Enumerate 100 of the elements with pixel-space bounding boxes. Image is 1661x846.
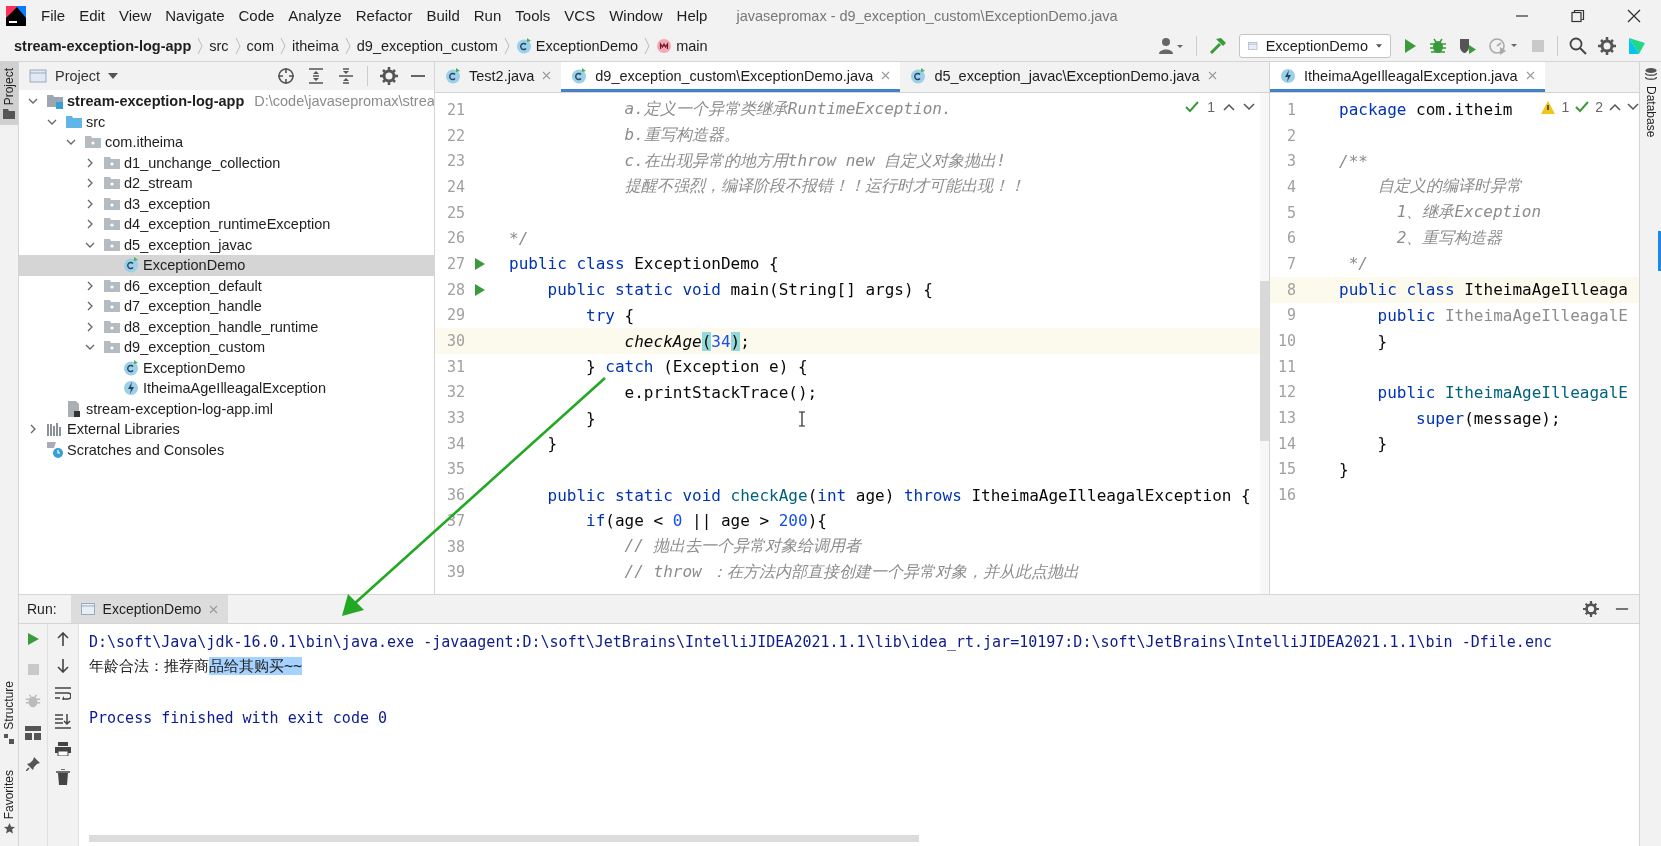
menu-item[interactable]: Analyze <box>281 7 349 24</box>
tree-item[interactable]: d2_stream <box>19 173 434 194</box>
shield-run-icon[interactable] <box>1458 37 1478 55</box>
code-line: } <box>1376 331 1388 351</box>
check-icon[interactable] <box>1575 101 1590 113</box>
settings-icon[interactable] <box>380 67 398 85</box>
tree-item[interactable]: stream-exception-log-app D:\code\javasepromax\strea <box>19 91 434 112</box>
crosshair-icon[interactable] <box>277 67 295 85</box>
tree-item[interactable]: d8_exception_handle_runtime <box>19 316 434 337</box>
menu-item[interactable]: Build <box>419 7 467 24</box>
tree-item[interactable]: com.itheima <box>19 132 434 153</box>
menu-item[interactable]: File <box>34 7 73 24</box>
tree-item[interactable]: ExceptionDemo <box>19 357 434 378</box>
restore-icon[interactable] <box>1571 8 1585 23</box>
tree-item[interactable]: External Libraries <box>19 419 434 440</box>
editor-tab[interactable]: ItheimaAgeIlleagalException.java <box>1270 62 1545 92</box>
chevron-down-icon[interactable] <box>1243 103 1255 111</box>
soft-wrap-icon[interactable] <box>55 686 71 700</box>
run-icon[interactable] <box>474 256 486 271</box>
panel-title-dropdown[interactable]: Project <box>55 68 101 84</box>
user-icon[interactable] <box>1159 37 1185 55</box>
scroll-to-end-icon[interactable] <box>55 713 71 729</box>
tree-item[interactable]: d3_exception <box>19 193 434 214</box>
window-icon <box>80 603 95 615</box>
run-tab[interactable]: ExceptionDemo <box>70 595 229 623</box>
run-icon[interactable] <box>1402 38 1418 54</box>
settings-icon[interactable] <box>1598 37 1616 55</box>
caret-icon[interactable] <box>108 73 119 79</box>
tool-window-button[interactable]: Database <box>1643 62 1658 144</box>
lightning-icon <box>1280 67 1296 84</box>
breadcrumb[interactable]: d9_exception_custom <box>350 38 504 54</box>
breadcrumb[interactable]: ExceptionDemo <box>509 38 645 54</box>
code-line: public ItheimaAgeIlleagalE <box>1376 382 1628 402</box>
tree-item[interactable]: d4_exception_runtimeException <box>19 214 434 235</box>
breadcrumb[interactable]: main <box>650 38 714 54</box>
menu-item[interactable]: Refactor <box>348 7 420 24</box>
tree-item[interactable]: stream-exception-log-app.iml <box>19 398 434 419</box>
code-line: a.定义一个异常类继承RuntimeException. <box>623 99 952 121</box>
layout-icon[interactable] <box>25 726 41 740</box>
folder-icon <box>3 109 15 120</box>
menu-item[interactable]: Navigate <box>158 7 232 24</box>
expand-all-icon[interactable] <box>307 67 325 85</box>
code-line: 1、继承Exception <box>1395 202 1542 224</box>
code-line: public class ExceptionDemo { <box>509 254 779 274</box>
scrollbar[interactable] <box>1260 281 1269 441</box>
close-icon[interactable] <box>1627 8 1641 23</box>
tree-item[interactable]: d6_exception_default <box>19 275 434 296</box>
chevron-up-icon[interactable] <box>1609 103 1621 111</box>
tree-item[interactable]: ExceptionDemo <box>19 255 434 276</box>
tool-window-button[interactable]: Favorites <box>0 763 18 840</box>
scrollbar[interactable] <box>89 835 919 842</box>
pin-icon[interactable] <box>26 757 40 771</box>
arrow-down-icon[interactable] <box>57 659 69 673</box>
line-number: 1 <box>1285 100 1296 119</box>
tree-item[interactable]: src <box>19 111 434 132</box>
class-icon <box>515 38 532 54</box>
tree-item[interactable]: ItheimaAgeIlleagalException <box>19 378 434 399</box>
check-icon[interactable] <box>1185 101 1200 113</box>
breadcrumb[interactable]: com <box>240 38 280 54</box>
warning-icon[interactable] <box>1541 100 1556 114</box>
editor-tab[interactable]: Test2.java <box>435 62 562 92</box>
menu-item[interactable]: Code <box>231 7 282 24</box>
menu-item[interactable]: Run <box>466 7 509 24</box>
bug-icon[interactable] <box>1429 37 1447 55</box>
menu-item[interactable]: VCS <box>557 7 603 24</box>
package-icon <box>104 154 120 171</box>
search-icon[interactable] <box>1569 37 1587 55</box>
menu-item[interactable]: View <box>112 7 159 24</box>
line-number: 4 <box>1285 177 1296 196</box>
run-icon[interactable] <box>474 282 486 297</box>
printer-icon[interactable] <box>55 742 71 756</box>
menu-item[interactable]: Tools <box>508 7 558 24</box>
menu-item[interactable]: Help <box>669 7 715 24</box>
run-configuration-dropdown[interactable]: ExceptionDemo <box>1239 34 1391 58</box>
breadcrumb[interactable]: itheima <box>286 38 345 54</box>
tree-item[interactable]: d7_exception_handle <box>19 296 434 317</box>
editor-tab[interactable]: d5_exception_javac\ExceptionDemo.java <box>900 62 1227 92</box>
run-icon[interactable] <box>26 632 40 646</box>
package-icon <box>104 318 120 335</box>
trash-icon[interactable] <box>56 769 70 785</box>
tree-item[interactable]: Scratches and Consoles <box>19 439 434 460</box>
chevron-down-icon[interactable] <box>1627 103 1639 111</box>
breadcrumb[interactable]: src <box>203 38 235 54</box>
tree-item[interactable]: d5_exception_javac <box>19 234 434 255</box>
class-icon <box>571 67 588 84</box>
menu-item[interactable]: Edit <box>72 7 113 24</box>
breadcrumb[interactable]: stream-exception-log-app <box>8 38 198 54</box>
editor-tab[interactable]: d9_exception_custom\ExceptionDemo.java <box>561 62 901 92</box>
collapse-all-icon[interactable] <box>337 67 355 85</box>
line-number: 28 <box>445 280 465 299</box>
class-icon <box>123 257 139 274</box>
settings-icon[interactable] <box>1583 601 1599 617</box>
tree-item[interactable]: d1_unchange_collection <box>19 152 434 173</box>
project-tool-button[interactable]: Project <box>0 62 18 126</box>
menu-item[interactable]: Window <box>602 7 670 24</box>
hammer-icon[interactable] <box>1208 36 1228 56</box>
arrow-up-icon[interactable] <box>57 632 69 646</box>
tool-window-button[interactable]: Structure <box>0 674 18 750</box>
chevron-up-icon[interactable] <box>1223 103 1235 111</box>
tree-item[interactable]: d9_exception_custom <box>19 337 434 358</box>
